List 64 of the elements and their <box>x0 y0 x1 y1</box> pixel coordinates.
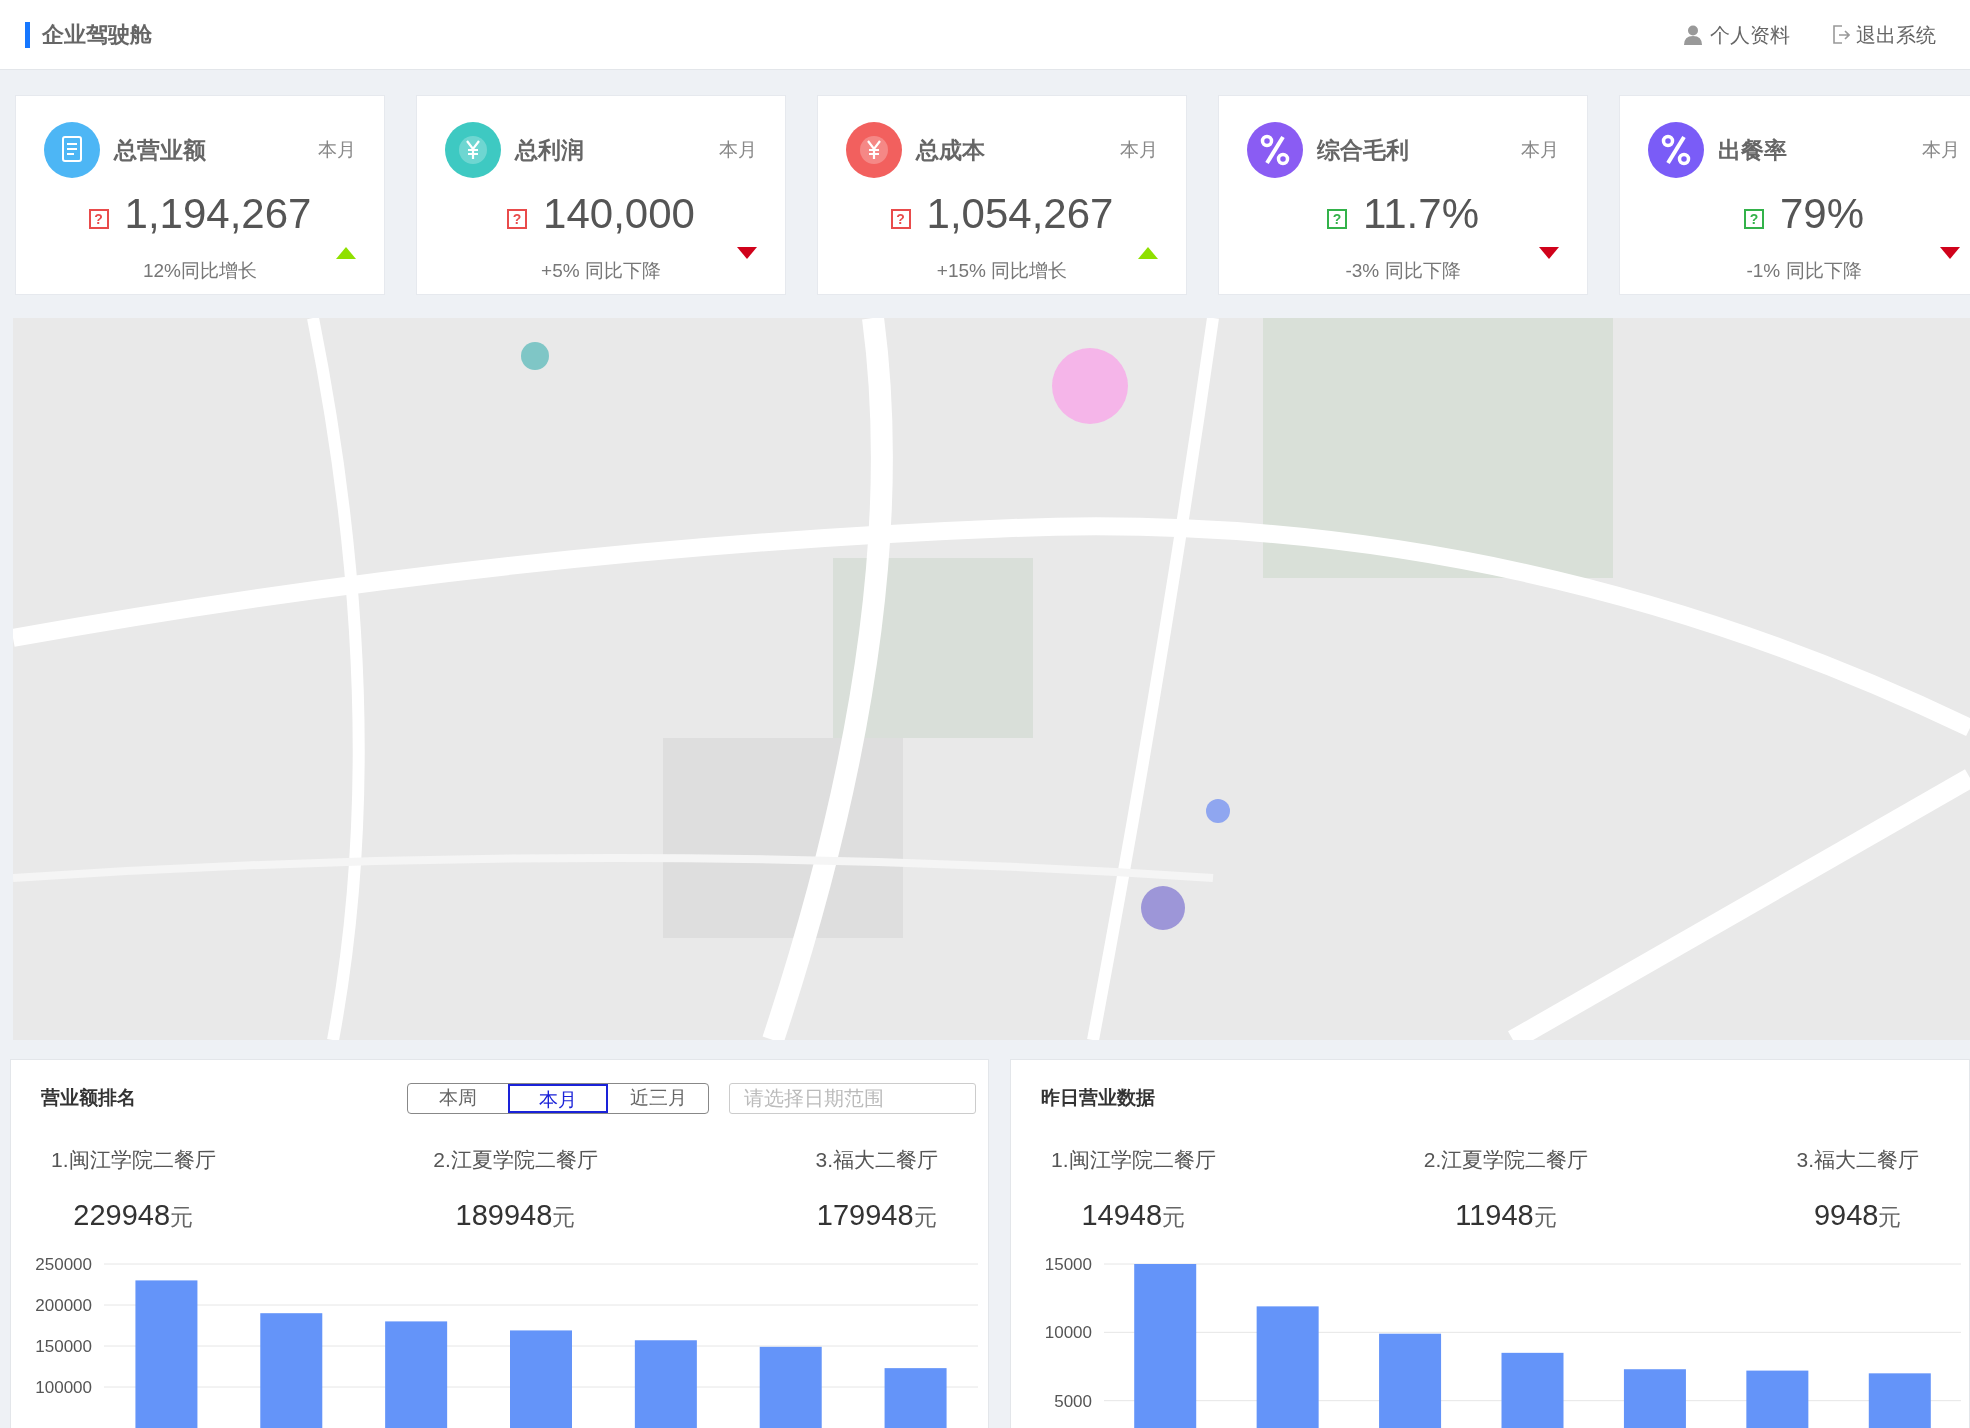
currency-unit: 元 <box>552 1202 576 1232</box>
period-label: 本月 <box>1120 137 1158 162</box>
ranking-name: 2.江夏学院二餐厅 <box>433 1147 598 1173</box>
currency-unit: 元 <box>913 1202 937 1232</box>
currency-unit: 元 <box>170 1202 194 1232</box>
axis-label: 15000 <box>1044 1255 1092 1274</box>
stat-value: 11.7% <box>1363 189 1479 239</box>
period-tab[interactable]: 近三月 <box>608 1084 708 1113</box>
axis-label: 10000 <box>1044 1323 1092 1343</box>
ranking-name: 2.江夏学院二餐厅 <box>1423 1147 1589 1173</box>
question-icon[interactable]: ? <box>507 208 528 229</box>
question-icon[interactable]: ? <box>88 208 109 229</box>
app-title: 企业驾驶舱 <box>42 21 152 49</box>
ranking-name: 1.闽江学院二餐厅 <box>1051 1147 1216 1173</box>
ranking-name: 3.福大二餐厅 <box>815 1147 938 1173</box>
bar <box>884 1368 947 1428</box>
ranking-amount: 11948 <box>1455 1197 1534 1233</box>
panel-title: 营业额排名 <box>41 1086 136 1111</box>
bar <box>1868 1373 1931 1428</box>
card-title: 出餐率 <box>1718 135 1787 165</box>
trend-text: +5% 同比下降 <box>541 259 661 283</box>
currency-unit: 元 <box>1533 1202 1557 1232</box>
axis-label: 5000 <box>1054 1391 1092 1411</box>
period-label: 本月 <box>1922 137 1960 162</box>
ranking-amount: 9948 <box>1813 1197 1879 1233</box>
card-title: 总利润 <box>515 135 584 165</box>
date-range-field[interactable]: 请选择日期范围 <box>729 1083 976 1114</box>
person-icon <box>1684 24 1702 45</box>
bar <box>1623 1369 1686 1428</box>
period-label: 本月 <box>719 137 757 162</box>
trend-text: -3% 同比下降 <box>1345 259 1461 283</box>
axis-label: 200000 <box>35 1296 92 1315</box>
period-tab[interactable]: 本月 <box>508 1084 608 1113</box>
title-accent <box>25 21 30 48</box>
axis-label: 150000 <box>35 1337 92 1356</box>
ranking-name: 3.福大二餐厅 <box>1796 1147 1919 1173</box>
axis-label: 100000 <box>35 1378 92 1397</box>
ranking-name: 1.闽江学院二餐厅 <box>51 1147 216 1173</box>
card-title: 总成本 <box>916 135 985 165</box>
currency-unit: 元 <box>1878 1202 1902 1232</box>
ranking-amount: 229948 <box>73 1197 171 1233</box>
axis-label: 250000 <box>35 1255 92 1274</box>
card-title: 综合毛利 <box>1317 135 1409 165</box>
logout-link[interactable]: 退出系统 <box>1832 19 1936 50</box>
trend-text: 12%同比增长 <box>143 259 257 283</box>
ranking-amount: 179948 <box>816 1197 914 1233</box>
ranking-amount: 14948 <box>1081 1197 1163 1233</box>
stat-value: 1,194,267 <box>124 189 312 239</box>
stat-value: 1,054,267 <box>926 189 1114 239</box>
ranking-amount: 189948 <box>455 1197 553 1233</box>
trend-text: -1% 同比下降 <box>1746 259 1862 283</box>
profile-link[interactable]: 个人资料 <box>1684 19 1790 50</box>
period-label: 本月 <box>318 137 356 162</box>
currency-unit: 元 <box>1162 1202 1186 1232</box>
trend-text: +15% 同比增长 <box>936 259 1068 283</box>
period-tab[interactable]: 本周 <box>408 1084 508 1113</box>
card-title: 总营业额 <box>114 135 206 165</box>
logout-icon <box>1832 24 1850 45</box>
period-label: 本月 <box>1521 137 1559 162</box>
bar <box>1746 1370 1809 1428</box>
stat-value: 79% <box>1779 189 1865 239</box>
question-icon[interactable]: ? <box>890 208 911 229</box>
panel-title: 昨日营业数据 <box>1041 1086 1155 1111</box>
stat-value: 140,000 <box>543 189 695 239</box>
